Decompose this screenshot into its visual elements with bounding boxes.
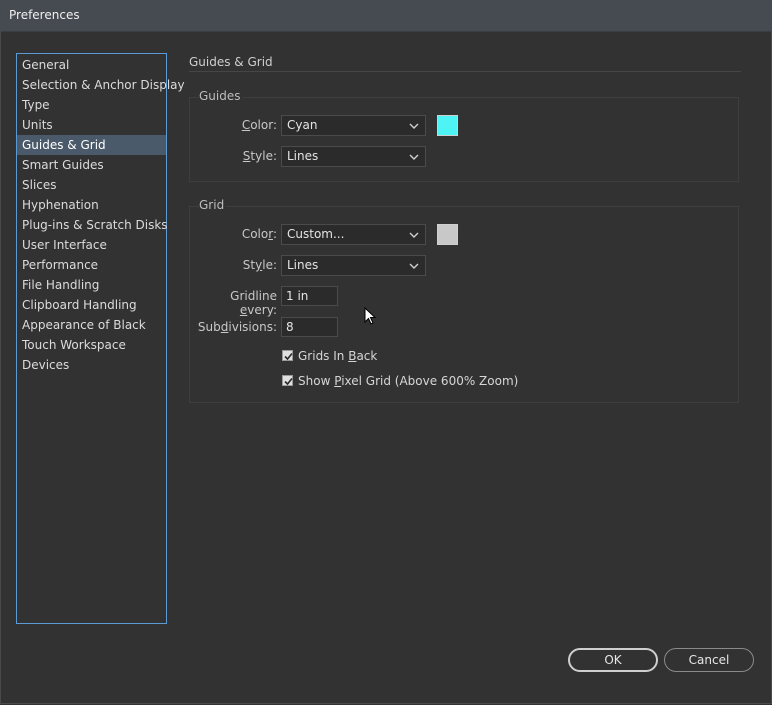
sidebar-item-smart-guides[interactable]: Smart Guides xyxy=(17,155,166,175)
grids-in-back-label: Grids In Back xyxy=(298,349,378,363)
guides-style-label: Style: xyxy=(242,149,277,163)
guides-group xyxy=(189,97,739,182)
sidebar-item-type[interactable]: Type xyxy=(17,95,166,115)
sidebar-item-touch-workspace[interactable]: Touch Workspace xyxy=(17,335,166,355)
gridline-every-label: Gridline every: xyxy=(230,289,277,317)
cancel-button[interactable]: Cancel xyxy=(664,648,754,672)
sidebar-item-clipboard-handling[interactable]: Clipboard Handling xyxy=(17,295,166,315)
sidebar-item-user-interface[interactable]: User Interface xyxy=(17,235,166,255)
guides-color-value: Cyan xyxy=(287,118,318,132)
show-pixel-grid-label: Show Pixel Grid (Above 600% Zoom) xyxy=(298,374,519,388)
heading-divider xyxy=(189,71,741,72)
sidebar-item-units[interactable]: Units xyxy=(17,115,166,135)
guides-color-swatch[interactable] xyxy=(437,115,458,136)
window-title: Preferences xyxy=(9,8,80,22)
chevron-down-icon xyxy=(409,232,419,238)
mouse-cursor-icon xyxy=(364,307,377,325)
sidebar-list: General Selection & Anchor Display Type Uni… xyxy=(17,54,185,375)
grid-color-swatch[interactable] xyxy=(437,224,458,245)
sidebar-item-performance[interactable]: Performance xyxy=(17,255,166,275)
grid-style-value: Lines xyxy=(287,258,319,272)
sidebar-item-slices[interactable]: Slices xyxy=(17,175,166,195)
chevron-down-icon xyxy=(409,123,419,129)
guides-color-select[interactable]: Cyan xyxy=(281,115,426,136)
sidebar-item-plug-ins-scratch-disks[interactable]: Plug-ins & Scratch Disks xyxy=(17,215,168,235)
sidebar-item-guides-grid[interactable]: Guides & Grid xyxy=(17,135,166,155)
guides-group-label: Guides xyxy=(199,89,243,103)
sidebar-item-appearance-of-black[interactable]: Appearance of Black xyxy=(17,315,166,335)
guides-color-label: Color: xyxy=(241,118,277,132)
grid-group-label: Grid xyxy=(199,198,227,212)
checkbox-checked-icon[interactable] xyxy=(282,375,293,386)
sidebar-item-general[interactable]: General xyxy=(17,55,166,75)
guides-style-select[interactable]: Lines xyxy=(281,146,426,167)
ok-button[interactable]: OK xyxy=(568,648,658,672)
grid-style-label: Style: xyxy=(242,258,277,272)
subdivisions-input[interactable]: 8 xyxy=(281,317,338,337)
grid-color-label: Color: xyxy=(241,227,277,241)
chevron-down-icon xyxy=(409,154,419,160)
grid-style-select[interactable]: Lines xyxy=(281,255,426,276)
sidebar-item-hyphenation[interactable]: Hyphenation xyxy=(17,195,166,215)
chevron-down-icon xyxy=(409,263,419,269)
sidebar-item-file-handling[interactable]: File Handling xyxy=(17,275,166,295)
sidebar-item-devices[interactable]: Devices xyxy=(17,355,166,375)
guides-style-value: Lines xyxy=(287,149,319,163)
checkbox-checked-icon[interactable] xyxy=(282,350,293,361)
sidebar-item-selection-anchor-display[interactable]: Selection & Anchor Display xyxy=(17,75,185,95)
page-title: Guides & Grid xyxy=(189,55,273,69)
gridline-every-input[interactable]: 1 in xyxy=(281,286,338,306)
grid-color-value: Custom... xyxy=(287,227,345,241)
subdivisions-label: Subdivisions: xyxy=(197,320,277,334)
preferences-sidebar[interactable]: General Selection & Anchor Display Type Uni… xyxy=(16,53,185,624)
grid-color-select[interactable]: Custom... xyxy=(281,224,426,245)
title-bar: Preferences xyxy=(0,0,772,32)
